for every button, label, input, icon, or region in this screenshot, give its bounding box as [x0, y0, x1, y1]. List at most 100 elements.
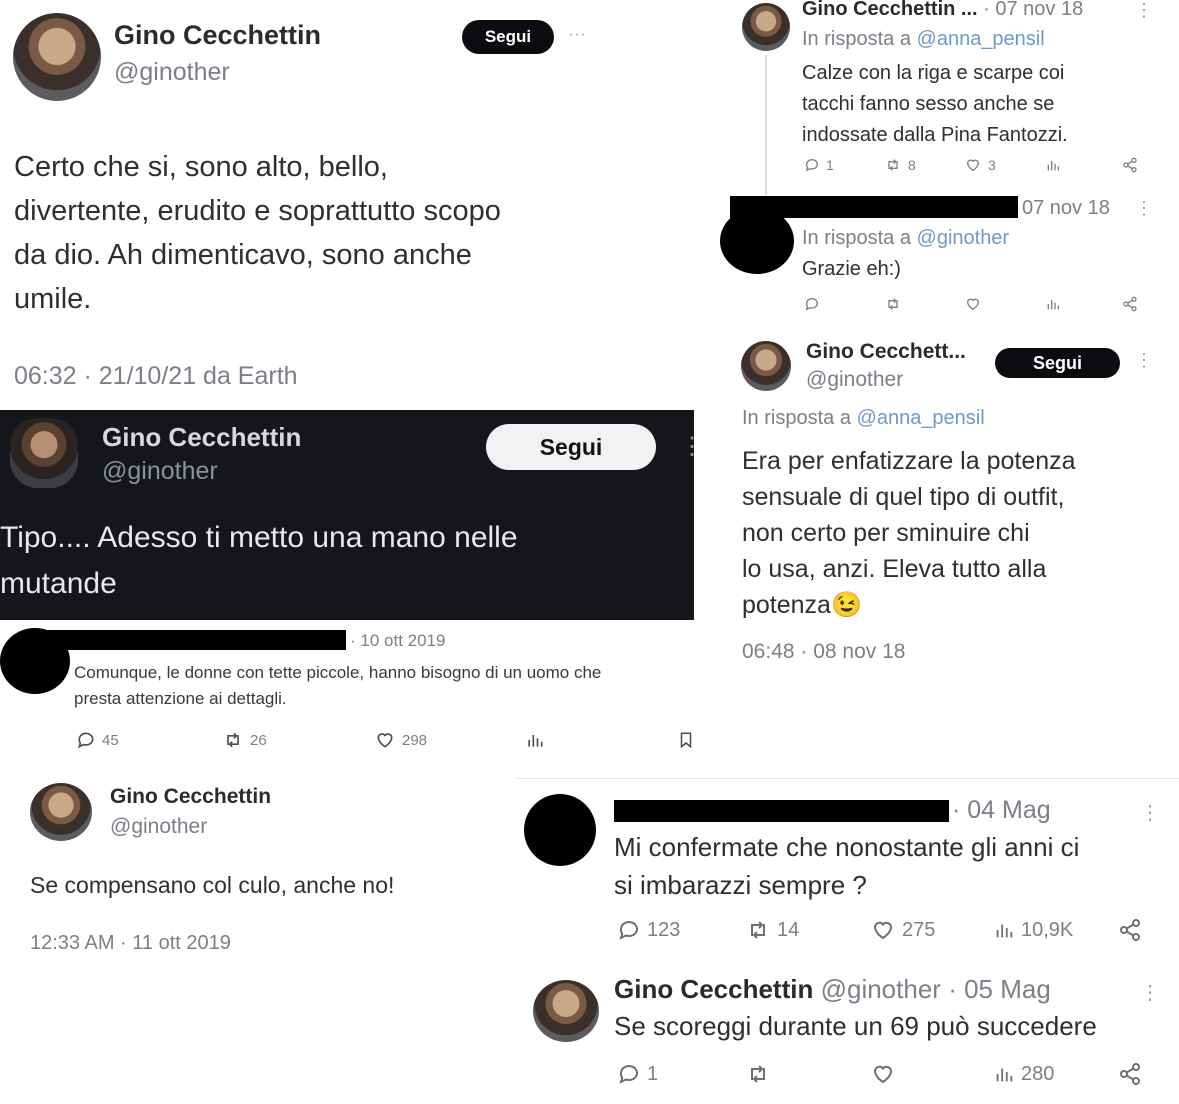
- retweet-action[interactable]: [745, 1062, 771, 1086]
- follow-button[interactable]: Segui: [462, 20, 554, 54]
- more-options-icon[interactable]: ⋮: [1135, 198, 1154, 219]
- tweet-text-line: si imbarazzi sempre ?: [614, 870, 867, 900]
- tweet-date[interactable]: · 05 Mag: [948, 974, 1051, 1004]
- views-icon: [993, 918, 1015, 942]
- reply-action[interactable]: [804, 296, 820, 312]
- tweet-text-line: lo usa, anzi. Eleva tutto alla: [742, 555, 1047, 583]
- heart-icon: [964, 296, 982, 312]
- tweet-text-line: Era per enfatizzare la potenza: [742, 447, 1076, 475]
- author-name[interactable]: Gino Cecchettin: [110, 785, 271, 809]
- reply-count: 123: [647, 918, 681, 941]
- more-options-icon[interactable]: ⋮: [680, 432, 704, 461]
- retweet-icon: [884, 157, 902, 173]
- tweet-timestamp[interactable]: 06:32 · 21/10/21 da Earth: [14, 362, 298, 391]
- views-icon: [525, 730, 545, 750]
- more-options-icon[interactable]: ⋮: [1135, 0, 1154, 21]
- retweet-count: 14: [777, 918, 800, 941]
- views-action[interactable]: [525, 730, 545, 750]
- tweet-text-line: tacchi fanno sesso anche se: [802, 93, 1055, 115]
- follow-button[interactable]: Segui: [486, 424, 656, 470]
- like-action[interactable]: [964, 296, 982, 312]
- more-options-icon[interactable]: ⋮: [1140, 800, 1161, 825]
- retweet-action[interactable]: [884, 296, 902, 312]
- views-icon: [1045, 157, 1061, 173]
- like-action[interactable]: 298: [374, 730, 427, 750]
- reply-action[interactable]: 1: [804, 157, 834, 173]
- retweet-action[interactable]: 26: [222, 730, 267, 750]
- follow-button[interactable]: Segui: [995, 348, 1120, 378]
- views-icon: [993, 1062, 1015, 1086]
- tweet-timestamp[interactable]: 06:48 · 08 nov 18: [742, 640, 905, 664]
- redacted-author: [46, 630, 346, 650]
- tweet-date[interactable]: · 10 ott 2019: [350, 631, 445, 651]
- tweet-date[interactable]: · 04 Mag: [952, 796, 1051, 825]
- like-count: 275: [902, 918, 936, 941]
- avatar[interactable]: [30, 783, 92, 841]
- bookmark-action[interactable]: [677, 730, 695, 750]
- share-action[interactable]: [1118, 1062, 1142, 1086]
- views-action[interactable]: [1045, 157, 1061, 173]
- share-action[interactable]: [1122, 157, 1138, 173]
- retweet-icon: [745, 1062, 771, 1086]
- like-action[interactable]: 3: [964, 157, 996, 173]
- tweet-header: Gino Cecchettin ... · 07 nov 18: [802, 0, 1083, 21]
- tweet-text-line: Tipo.... Adesso ti metto una mano nelle: [0, 521, 518, 554]
- author-name[interactable]: Gino Cecchettin: [614, 974, 813, 1004]
- reply-prefix: In risposta a: [802, 227, 911, 249]
- avatar[interactable]: [742, 3, 790, 51]
- author-handle[interactable]: @ginother: [114, 58, 230, 87]
- retweet-action[interactable]: 8: [884, 157, 916, 173]
- share-action[interactable]: [1122, 296, 1138, 312]
- tweet-text: Mi confermate che nonostante gli anni ci…: [614, 828, 1079, 904]
- share-icon: [1118, 1062, 1142, 1086]
- like-action[interactable]: [870, 1062, 896, 1086]
- share-icon: [1122, 296, 1138, 312]
- share-action[interactable]: [1118, 918, 1142, 942]
- reply-count: 1: [826, 157, 834, 173]
- tweet-text-line: potenza😉: [742, 587, 1076, 623]
- author-handle[interactable]: @ginother: [110, 815, 207, 839]
- share-icon: [1118, 918, 1142, 942]
- thread-line: [765, 55, 767, 195]
- tweet-text: Se scoreggi durante un 69 può succedere: [614, 1011, 1097, 1041]
- views-count: 10,9K: [1021, 918, 1074, 941]
- like-action[interactable]: 275: [870, 918, 935, 942]
- wink-emoji: 😉: [830, 591, 863, 619]
- heart-icon: [870, 918, 896, 942]
- reply-action[interactable]: 123: [617, 918, 680, 942]
- tweet-date[interactable]: · 07 nov 18: [983, 0, 1083, 20]
- reply-action[interactable]: 45: [76, 730, 119, 750]
- author-name[interactable]: Gino Cecchettin: [114, 20, 321, 51]
- retweet-count: 26: [250, 731, 267, 749]
- views-action[interactable]: 10,9K: [993, 918, 1073, 942]
- reply-to-link[interactable]: @anna_pensil: [917, 28, 1045, 50]
- share-icon: [1122, 157, 1138, 173]
- heart-icon: [964, 157, 982, 173]
- tweet-date[interactable]: 07 nov 18: [1022, 197, 1110, 220]
- author-name[interactable]: Gino Cecchett...: [806, 340, 966, 364]
- reply-action[interactable]: 1: [617, 1062, 658, 1086]
- retweet-action[interactable]: 14: [745, 918, 799, 942]
- more-options-icon[interactable]: ⋮: [1135, 350, 1154, 371]
- avatar[interactable]: [533, 980, 599, 1042]
- author-name[interactable]: Gino Cecchettin ...: [802, 0, 978, 20]
- redacted-author: [730, 196, 1018, 218]
- reply-icon: [617, 1062, 641, 1086]
- avatar[interactable]: [10, 418, 78, 488]
- tweet-text-line: divertente, erudito e soprattutto scopo: [14, 195, 501, 227]
- views-action[interactable]: [1045, 296, 1061, 312]
- more-options-icon[interactable]: ···: [568, 26, 587, 44]
- reply-to-link[interactable]: @anna_pensil: [857, 407, 985, 429]
- avatar[interactable]: [741, 341, 791, 391]
- more-options-icon[interactable]: ⋮: [1140, 980, 1161, 1005]
- reply-to-link[interactable]: @ginother: [917, 227, 1010, 249]
- tweet-timestamp[interactable]: 12:33 AM · 11 ott 2019: [30, 932, 231, 955]
- author-handle[interactable]: @ginother: [821, 974, 941, 1004]
- reply-context: In risposta a @anna_pensil: [802, 28, 1045, 51]
- author-handle[interactable]: @ginother: [102, 457, 218, 486]
- author-handle[interactable]: @ginother: [806, 368, 903, 392]
- avatar[interactable]: [13, 13, 101, 101]
- retweet-count: 8: [908, 157, 916, 173]
- author-name[interactable]: Gino Cecchettin: [102, 422, 301, 453]
- views-action[interactable]: 280: [993, 1062, 1054, 1086]
